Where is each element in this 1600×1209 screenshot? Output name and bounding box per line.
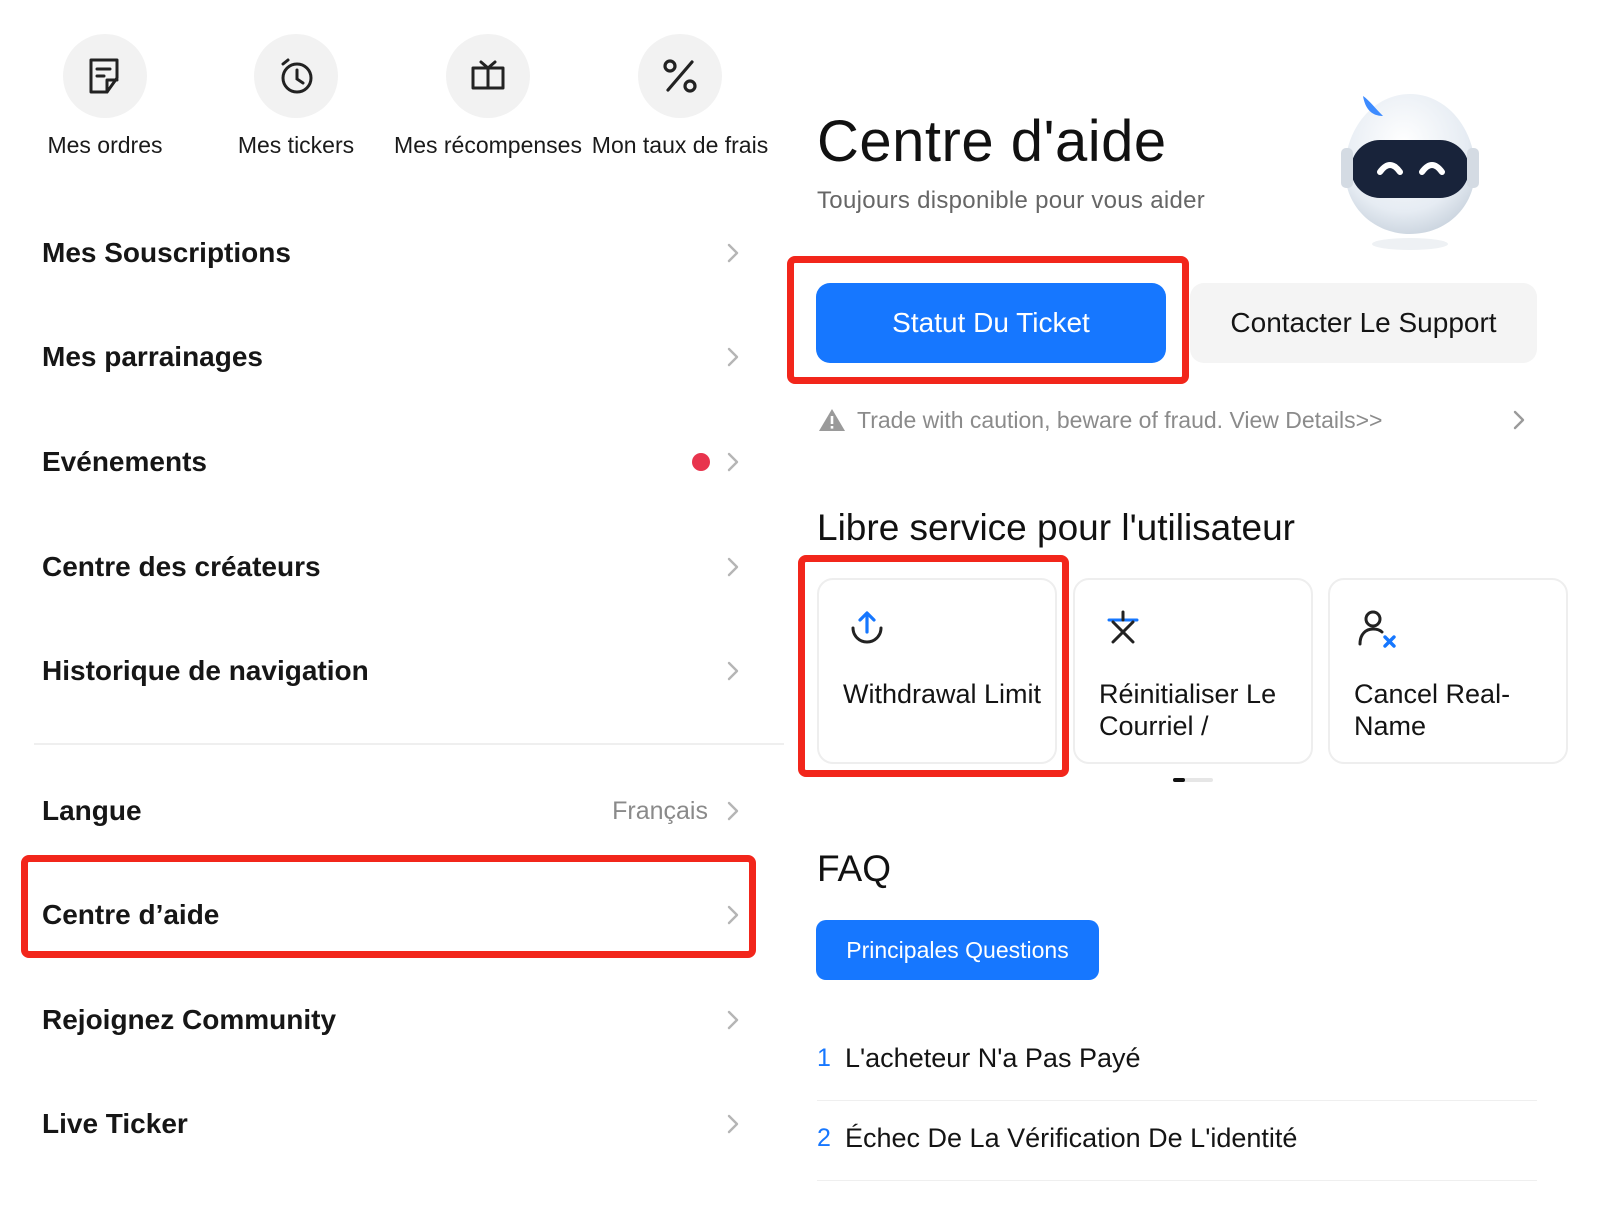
menu-item-subscriptions[interactable]: Mes Souscriptions xyxy=(0,201,790,305)
menu-item-help-center[interactable]: Centre d’aide xyxy=(0,863,790,967)
gift-icon xyxy=(446,34,530,118)
menu-item-label: Mes parrainages xyxy=(42,341,263,372)
page-title: Centre d'aide xyxy=(817,109,1167,174)
quick-action-rewards[interactable]: Mes récompenses xyxy=(388,34,588,159)
chevron-right-icon xyxy=(727,1114,739,1134)
withdraw-icon xyxy=(851,611,883,644)
menu-item-live-ticker[interactable]: Live Ticker xyxy=(0,1072,790,1176)
chevron-right-icon xyxy=(727,1010,739,1030)
menu-item-label: Historique de navigation xyxy=(42,655,369,686)
chevron-right-icon xyxy=(727,661,739,681)
menu-divider xyxy=(34,743,784,745)
quick-action-label: Mes ordres xyxy=(47,132,163,158)
carousel-pager xyxy=(1173,778,1213,782)
quick-action-orders[interactable]: Mes ordres xyxy=(5,34,205,159)
menu-item-label: Evénements xyxy=(42,446,207,477)
orders-icon xyxy=(63,34,147,118)
menu-item-label: Rejoignez Community xyxy=(42,1004,337,1035)
card-label: Réinitialiser Le Courriel / xyxy=(1099,679,1277,741)
warning-text: Trade with caution, beware of fraud. Vie… xyxy=(857,406,1383,433)
menu-item-creator-center[interactable]: Centre des créateurs xyxy=(0,515,790,619)
faq-tab-top-questions[interactable]: Principales Questions xyxy=(816,920,1099,980)
menu-item-events[interactable]: Evénements xyxy=(0,410,790,514)
contact-support-button[interactable]: Contacter Le Support xyxy=(1190,283,1537,363)
self-service-title: Libre service pour l'utilisateur xyxy=(817,507,1296,548)
language-value: Français xyxy=(612,796,708,825)
faq-question: Échec De La Vérification De L'identité xyxy=(845,1122,1298,1153)
pager-active-indicator xyxy=(1173,778,1185,782)
user-cancel-icon xyxy=(1358,610,1396,648)
menu-item-label: Centre des créateurs xyxy=(42,551,321,582)
menu-item-label: Live Ticker xyxy=(42,1108,188,1139)
chevron-right-icon xyxy=(727,905,739,925)
menu-item-label: Langue xyxy=(42,795,142,826)
quick-action-label: Mes récompenses xyxy=(394,132,582,158)
self-service-card-withdrawal-limit[interactable]: Withdrawal Limit xyxy=(817,578,1057,764)
self-service-card-cancel-real-name[interactable]: Cancel Real-Name xyxy=(1328,578,1568,764)
chevron-right-icon xyxy=(727,347,739,367)
chevron-right-icon xyxy=(727,452,739,472)
chevron-right-icon xyxy=(1513,410,1525,430)
card-label: Withdrawal Limit xyxy=(843,679,1042,709)
menu-item-browsing-history[interactable]: Historique de navigation xyxy=(0,619,790,723)
card-label: Cancel Real-Name xyxy=(1354,679,1511,741)
menu-item-label: Mes Souscriptions xyxy=(42,237,291,268)
percent-icon xyxy=(638,34,722,118)
clock-icon xyxy=(254,34,338,118)
help-center-panel: Centre d'aide Toujours disponible pour v… xyxy=(787,0,1600,1209)
faq-item[interactable]: 1 L'acheteur N'a Pas Payé xyxy=(817,1018,1537,1098)
reset-icon xyxy=(1107,610,1139,644)
quick-action-label: Mon taux de frais xyxy=(591,132,769,158)
warning-icon xyxy=(819,409,845,431)
faq-number: 1 xyxy=(817,1043,831,1072)
faq-question: L'acheteur N'a Pas Payé xyxy=(845,1042,1141,1073)
menu-item-referrals[interactable]: Mes parrainages xyxy=(0,305,790,409)
account-menu-panel: Mes ordres Mes tickers Mes récompenses M… xyxy=(0,0,790,1209)
menu-item-label: Centre d’aide xyxy=(42,899,220,930)
page-subtitle: Toujours disponible pour vous aider xyxy=(817,187,1206,214)
quick-action-fee-rate[interactable]: Mon taux de frais xyxy=(580,34,780,159)
quick-action-label: Mes tickers xyxy=(237,132,355,158)
notification-dot xyxy=(692,453,710,471)
robot-mascot-icon xyxy=(1341,94,1479,250)
faq-number: 2 xyxy=(817,1123,831,1152)
menu-item-community[interactable]: Rejoignez Community xyxy=(0,968,790,1072)
faq-title: FAQ xyxy=(817,848,892,889)
chevron-right-icon xyxy=(727,243,739,263)
faq-item[interactable]: 2 Échec De La Vérification De L'identité xyxy=(817,1098,1537,1178)
self-service-card-reset-email[interactable]: Réinitialiser Le Courriel / xyxy=(1073,578,1313,764)
menu-item-language[interactable]: Langue Français xyxy=(0,759,790,863)
ticket-status-button[interactable]: Statut Du Ticket xyxy=(816,283,1166,363)
chevron-right-icon xyxy=(727,557,739,577)
quick-action-tickers[interactable]: Mes tickers xyxy=(196,34,396,159)
chevron-right-icon xyxy=(727,801,739,821)
fraud-warning-banner[interactable]: Trade with caution, beware of fraud. Vie… xyxy=(817,400,1537,440)
faq-divider xyxy=(817,1180,1537,1181)
